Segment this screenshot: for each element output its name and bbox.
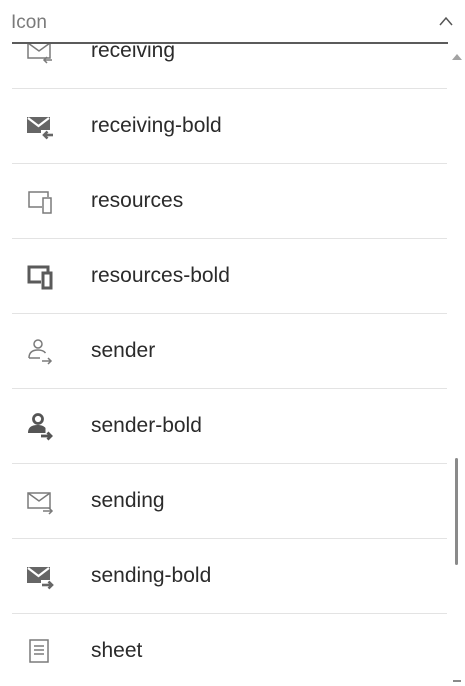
scrollbar[interactable] bbox=[447, 44, 465, 686]
list-item-sending-bold[interactable]: sending-bold bbox=[12, 539, 447, 614]
dropdown-header[interactable]: Icon bbox=[0, 0, 465, 44]
item-label: resources bbox=[91, 189, 184, 212]
icon-list: receiving receiving-bold resources resou… bbox=[12, 14, 447, 686]
sending-icon bbox=[26, 488, 54, 516]
item-label: resources-bold bbox=[91, 264, 230, 287]
icon-dropdown[interactable]: receiving receiving-bold resources resou… bbox=[0, 0, 465, 686]
item-label: sending bbox=[91, 489, 165, 512]
item-label: sender-bold bbox=[91, 414, 202, 437]
dropdown-label: Icon bbox=[11, 12, 47, 33]
icon-list-viewport: receiving receiving-bold resources resou… bbox=[0, 0, 447, 686]
list-item-sender[interactable]: sender bbox=[12, 314, 447, 389]
resources-icon bbox=[26, 188, 54, 216]
item-label: sheet bbox=[91, 639, 143, 662]
item-label: sender bbox=[91, 339, 156, 362]
header-divider bbox=[12, 42, 448, 44]
scroll-thumb[interactable] bbox=[455, 458, 458, 565]
list-item-receiving-bold[interactable]: receiving-bold bbox=[12, 89, 447, 164]
sending-bold-icon bbox=[26, 563, 54, 591]
scroll-down-indicator[interactable] bbox=[453, 680, 461, 682]
list-item-sender-bold[interactable]: sender-bold bbox=[12, 389, 447, 464]
item-label: receiving-bold bbox=[91, 114, 222, 137]
sheet-icon bbox=[26, 638, 54, 666]
receiving-bold-icon bbox=[26, 113, 54, 141]
sender-bold-icon bbox=[26, 413, 54, 441]
list-item-resources[interactable]: resources bbox=[12, 164, 447, 239]
sender-icon bbox=[26, 338, 54, 366]
resources-bold-icon bbox=[26, 263, 54, 291]
list-item-sheet[interactable]: sheet bbox=[12, 614, 447, 686]
chevron-up-icon[interactable] bbox=[438, 14, 454, 28]
item-label: sending-bold bbox=[91, 564, 212, 587]
scroll-up-arrow-icon[interactable] bbox=[452, 54, 462, 60]
list-item-resources-bold[interactable]: resources-bold bbox=[12, 239, 447, 314]
list-item-sending[interactable]: sending bbox=[12, 464, 447, 539]
